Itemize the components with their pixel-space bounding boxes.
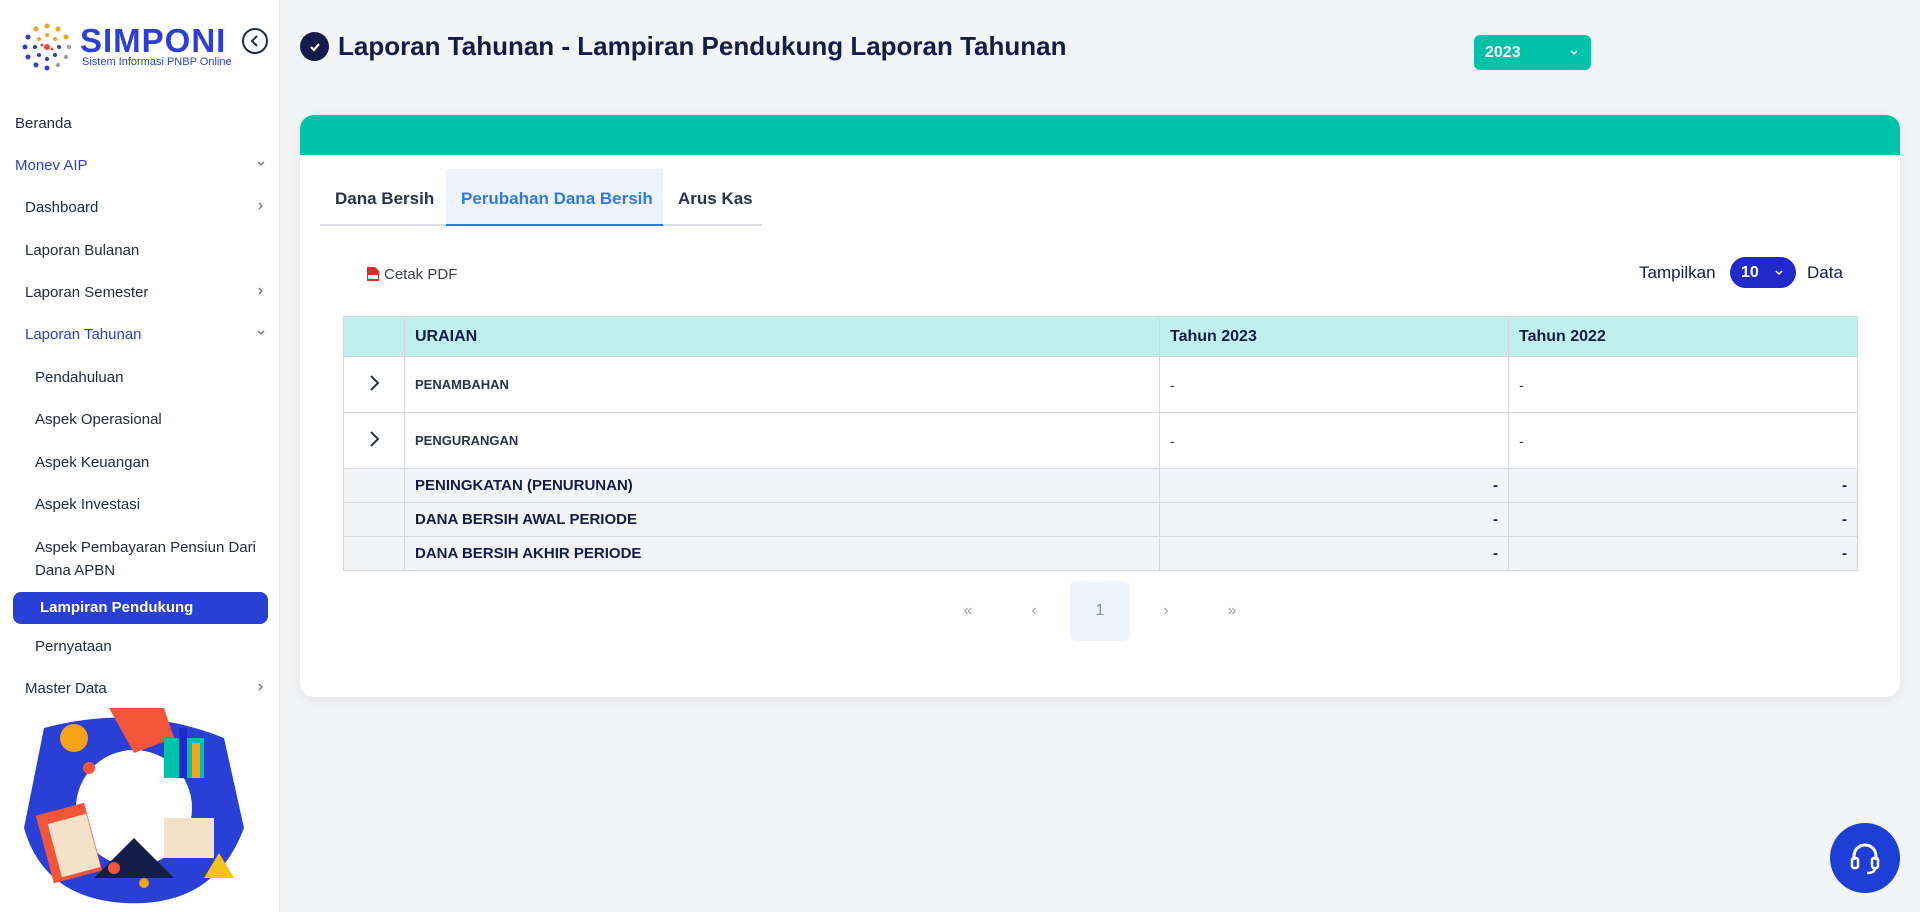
headset-icon <box>1850 843 1880 875</box>
print-pdf-label: Cetak PDF <box>384 266 458 283</box>
row-value-2023: - <box>1159 412 1509 469</box>
page-title: Laporan Tahunan - Lampiran Pendukung Lap… <box>338 31 1067 61</box>
chevron-down-icon <box>257 330 265 335</box>
expand-row-button[interactable] <box>343 412 405 469</box>
chevron-left-icon <box>250 35 258 47</box>
page-size-value: 10 <box>1741 264 1759 281</box>
year-select[interactable]: 2023 <box>1474 35 1591 70</box>
summary-value-2023: - <box>1159 468 1509 503</box>
page-size-suffix: Data <box>1807 263 1843 282</box>
tab-label: Arus Kas <box>678 189 753 208</box>
summary-spacer <box>343 502 405 537</box>
summary-label: DANA BERSIH AKHIR PERIODE <box>404 536 1160 571</box>
table-row: PENGURANGAN - - <box>343 412 1858 469</box>
sidebar-item-lampiran-pendukung[interactable]: Lampiran Pendukung <box>13 592 268 624</box>
support-chat-button[interactable] <box>1830 823 1900 893</box>
collapse-sidebar-button[interactable] <box>242 28 268 54</box>
tab-label: Dana Bersih <box>335 189 435 208</box>
prev-page-button[interactable]: ‹ <box>1004 581 1064 641</box>
summary-label: PENINGKATAN (PENURUNAN) <box>404 468 1160 503</box>
summary-row: DANA BERSIH AWAL PERIODE - - <box>343 502 1858 537</box>
chevron-right-icon <box>258 202 263 210</box>
summary-value-2022: - <box>1508 536 1858 571</box>
sidebar-item-label: Master Data <box>25 680 107 697</box>
sidebar-item-aspek-pembayaran-pensiun[interactable]: Aspek Pembayaran Pensiun Dari Dana APBN <box>0 539 280 581</box>
brand-subtitle: Sistem Informasi PNBP Online <box>82 56 232 68</box>
sidebar-item-label: Pendahuluan <box>35 369 124 386</box>
row-value-2022: - <box>1508 412 1858 469</box>
sidebar-item-label: Laporan Bulanan <box>25 242 140 259</box>
page-size-label: Tampilkan <box>1639 263 1716 282</box>
chevron-right-icon <box>258 683 263 691</box>
chevron-down-icon <box>1570 50 1578 56</box>
chevron-down-icon <box>257 161 265 166</box>
next-page-button[interactable]: › <box>1136 581 1196 641</box>
column-header-uraian: URAIAN <box>404 316 1160 357</box>
column-header-tahun-2022: Tahun 2022 <box>1508 316 1858 357</box>
pdf-file-icon <box>367 267 379 281</box>
tab-dana-bersih[interactable]: Dana Bersih <box>320 169 446 226</box>
row-label: PENAMBAHAN <box>404 356 1160 413</box>
sidebar-item-label: Laporan Semester <box>25 284 149 301</box>
summary-value-2023: - <box>1159 502 1509 537</box>
summary-spacer <box>343 468 405 503</box>
sidebar-item-label: Beranda <box>15 115 72 132</box>
row-value-2022: - <box>1508 356 1858 413</box>
summary-value-2022: - <box>1508 502 1858 537</box>
summary-value-2022: - <box>1508 468 1858 503</box>
sidebar-item-label: Lampiran Pendukung <box>40 599 194 616</box>
chevron-right-icon <box>258 287 263 295</box>
simponi-logo[interactable]: SIMPONI Sistem Informasi PNBP Online <box>18 18 238 78</box>
card-header-bar <box>300 115 1900 155</box>
summary-label: DANA BERSIH AWAL PERIODE <box>404 502 1160 537</box>
sidebar-item-label: Pernyataan <box>35 638 112 655</box>
tab-arus-kas[interactable]: Arus Kas <box>663 169 762 226</box>
logo-mark-icon <box>22 23 72 71</box>
report-table: URAIAN Tahun 2023 Tahun 2022 PENAMBAHAN … <box>343 316 1858 571</box>
column-header-tahun-2023: Tahun 2023 <box>1159 316 1509 357</box>
table-header-row: URAIAN Tahun 2023 Tahun 2022 <box>343 316 1858 357</box>
sidebar: SIMPONI Sistem Informasi PNBP Online Ber… <box>0 0 280 912</box>
year-select-value: 2023 <box>1485 44 1521 61</box>
expand-row-button[interactable] <box>343 356 405 413</box>
brand-name: SIMPONI <box>80 22 227 59</box>
first-page-button[interactable]: « <box>938 581 998 641</box>
chevron-right-icon <box>370 431 380 447</box>
sidebar-item-label: Aspek Investasi <box>35 496 141 513</box>
tab-perubahan-dana-bersih[interactable]: Perubahan Dana Bersih <box>446 169 663 226</box>
chevron-right-icon <box>370 375 380 391</box>
tab-bar: Dana Bersih Perubahan Dana Bersih Arus K… <box>320 169 762 226</box>
page-size-select[interactable]: 10 <box>1730 257 1796 288</box>
tab-label: Perubahan Dana Bersih <box>461 189 653 208</box>
sidebar-item-label: Aspek Keuangan <box>35 454 150 471</box>
sidebar-item-label: Aspek Operasional <box>35 411 162 428</box>
sidebar-item-label-line2: Dana APBN <box>35 562 116 579</box>
summary-value-2023: - <box>1159 536 1509 571</box>
pagination: « ‹ 1 › » <box>300 581 1900 641</box>
summary-row: PENINGKATAN (PENURUNAN) - - <box>343 468 1858 503</box>
expand-column-header <box>343 316 405 357</box>
last-page-button[interactable]: » <box>1202 581 1262 641</box>
row-label: PENGURANGAN <box>404 412 1160 469</box>
decorative-illustration <box>14 708 260 908</box>
report-card: Dana Bersih Perubahan Dana Bersih Arus K… <box>300 115 1900 697</box>
page-1-button[interactable]: 1 <box>1070 581 1130 641</box>
row-value-2023: - <box>1159 356 1509 413</box>
summary-spacer <box>343 536 405 571</box>
chevron-down-icon <box>1775 270 1783 276</box>
sidebar-item-label: Laporan Tahunan <box>25 326 142 343</box>
check-circle-icon <box>300 32 329 61</box>
sidebar-item-label: Monev AIP <box>15 157 88 174</box>
sidebar-item-label: Dashboard <box>25 199 99 216</box>
table-row: PENAMBAHAN - - <box>343 356 1858 413</box>
summary-row: DANA BERSIH AKHIR PERIODE - - <box>343 536 1858 571</box>
sidebar-item-label: Aspek Pembayaran Pensiun Dari <box>35 539 256 556</box>
